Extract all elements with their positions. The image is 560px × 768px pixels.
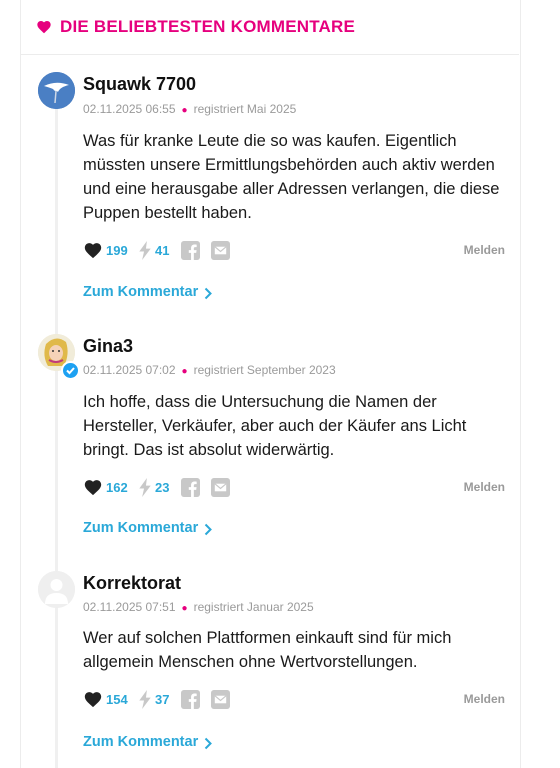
checkmark-icon xyxy=(66,367,75,375)
lightning-icon xyxy=(139,478,151,497)
email-share-button[interactable] xyxy=(211,478,230,497)
mail-icon xyxy=(211,478,230,497)
avatar[interactable] xyxy=(38,72,75,109)
goto-comment-link[interactable]: Zum Kommentar xyxy=(83,734,213,750)
facebook-share-button[interactable] xyxy=(181,241,200,260)
comment-text: Wer auf solchen Plattformen einkauft sin… xyxy=(83,629,452,671)
bird-avatar-image xyxy=(38,72,75,109)
separator-dot: ● xyxy=(181,105,188,116)
comment-text: Was für kranke Leute die so was kaufen. … xyxy=(83,132,500,222)
registration-info: registriert September 2023 xyxy=(193,363,336,377)
goto-comment-link[interactable]: Zum Kommentar xyxy=(83,284,213,300)
dislike-count: 37 xyxy=(155,692,170,707)
report-link[interactable]: Melden xyxy=(464,243,505,257)
separator-dot: ● xyxy=(181,366,188,377)
dislike-count: 23 xyxy=(155,480,170,495)
dislike-count: 41 xyxy=(155,243,170,258)
goto-comment-label: Zum Kommentar xyxy=(83,520,199,536)
heart-icon xyxy=(84,243,102,259)
like-button[interactable]: 199 xyxy=(83,241,128,259)
lightning-icon xyxy=(139,241,151,260)
chevron-right-icon xyxy=(205,523,213,536)
comment-author[interactable]: Squawk 7700 xyxy=(83,74,196,95)
mail-icon xyxy=(211,690,230,709)
like-count: 162 xyxy=(106,479,128,495)
lightning-icon xyxy=(139,690,151,709)
report-link[interactable]: Melden xyxy=(464,480,505,494)
comment-author[interactable]: Gina3 xyxy=(83,336,133,357)
comment-meta: 02.11.2025 07:51 ● registriert Januar 2025 xyxy=(83,600,314,614)
like-count: 154 xyxy=(106,691,128,707)
dislike-button[interactable]: 41 xyxy=(138,241,169,260)
heart-icon xyxy=(84,692,102,708)
dislike-button[interactable]: 37 xyxy=(138,690,169,709)
email-share-button[interactable] xyxy=(211,241,230,260)
comment-meta: 02.11.2025 07:02 ● registriert September 2… xyxy=(83,363,336,377)
report-link[interactable]: Melden xyxy=(464,692,505,706)
like-button[interactable]: 154 xyxy=(83,690,128,708)
goto-comment-link[interactable]: Zum Kommentar xyxy=(83,520,213,536)
comment-text: Ich hoffe, dass die Untersuchung die Nam… xyxy=(83,393,467,459)
comment-actions: 154 37 Melden xyxy=(83,690,505,710)
chevron-right-icon xyxy=(205,287,213,300)
facebook-share-button[interactable] xyxy=(181,478,200,497)
mail-icon xyxy=(211,241,230,260)
registration-info: registriert Mai 2025 xyxy=(193,102,297,116)
facebook-icon xyxy=(181,241,200,260)
facebook-icon xyxy=(181,478,200,497)
heart-icon xyxy=(84,480,102,496)
default-user-icon xyxy=(38,571,75,608)
like-count: 199 xyxy=(106,242,128,258)
comment-actions: 199 41 Melden xyxy=(83,241,505,261)
avatar[interactable] xyxy=(38,571,75,608)
goto-comment-label: Zum Kommentar xyxy=(83,284,199,300)
facebook-share-button[interactable] xyxy=(181,690,200,709)
goto-comment-label: Zum Kommentar xyxy=(83,734,199,750)
comment-date: 02.11.2025 06:55 xyxy=(83,102,176,116)
verified-badge xyxy=(61,361,80,380)
separator-dot: ● xyxy=(181,603,188,614)
dislike-button[interactable]: 23 xyxy=(138,478,169,497)
email-share-button[interactable] xyxy=(211,690,230,709)
facebook-icon xyxy=(181,690,200,709)
thread-line xyxy=(55,108,58,768)
heart-icon xyxy=(37,21,51,34)
panel-title: DIE BELIEBTESTEN KOMMENTARE xyxy=(60,17,356,36)
comment-date: 02.11.2025 07:51 xyxy=(83,600,176,614)
registration-info: registriert Januar 2025 xyxy=(193,600,314,614)
comment-meta: 02.11.2025 06:55 ● registriert Mai 2025 xyxy=(83,102,296,116)
panel-header: DIE BELIEBTESTEN KOMMENTARE xyxy=(20,0,519,55)
comment-author[interactable]: Korrektorat xyxy=(83,573,181,594)
like-button[interactable]: 162 xyxy=(83,478,128,496)
comment-actions: 162 23 Melden xyxy=(83,478,505,498)
chevron-right-icon xyxy=(205,737,213,750)
comment-date: 02.11.2025 07:02 xyxy=(83,363,176,377)
